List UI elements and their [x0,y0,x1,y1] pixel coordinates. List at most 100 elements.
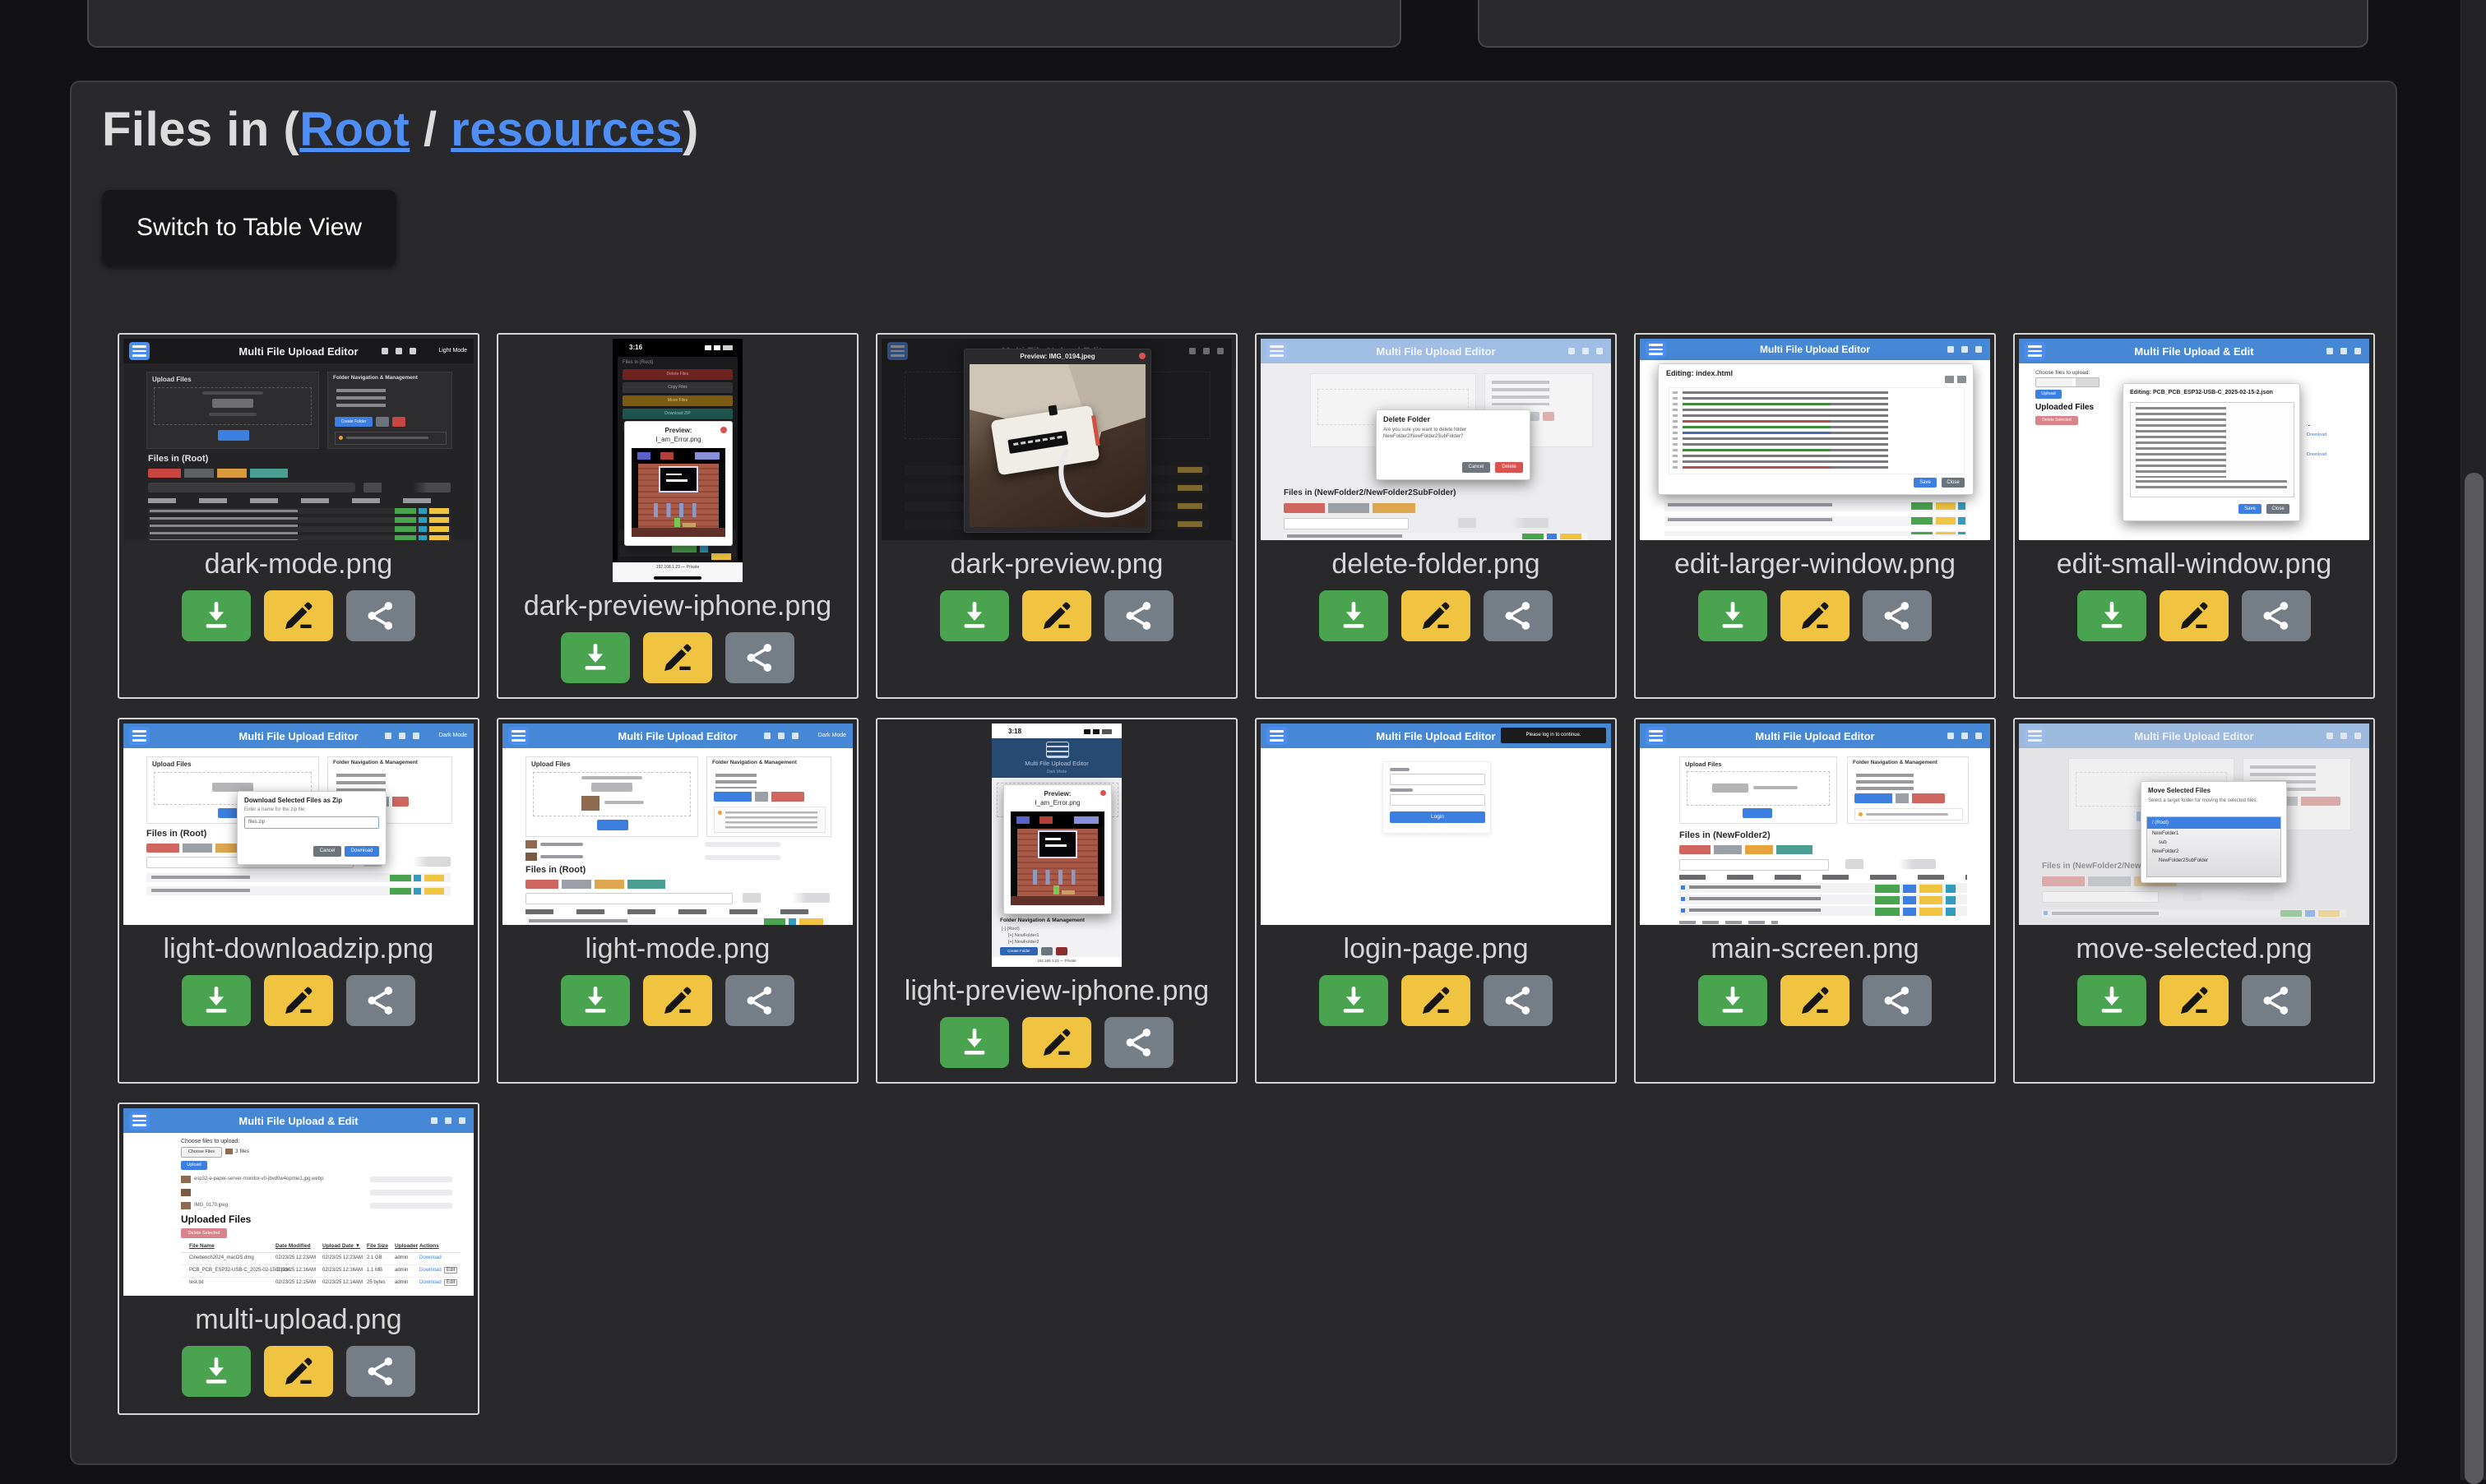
share-nodes-icon [364,599,397,632]
mini-header: Multi File Upload Editor [1640,339,1990,360]
file-actions [561,632,794,683]
share-nodes-icon [1123,599,1155,632]
file-thumbnail[interactable]: Multi File Upload Editor Files in (NewFo… [2019,724,2369,925]
edit-button[interactable] [2160,590,2229,641]
mini-code-area [1669,387,1965,474]
thumbnail-art-dark-mode: Multi File Upload Editor Light Mode Uplo… [123,339,474,540]
mini-header: Multi File Upload Editor Dark Mode [502,724,853,748]
share-button[interactable] [1863,975,1932,1026]
mini-pager [1845,859,1936,869]
page-scrollbar-thumb[interactable] [2465,473,2484,1484]
download-button[interactable] [561,975,630,1026]
share-button[interactable] [1863,590,1932,641]
mini-search-bar [148,483,355,492]
edit-button[interactable] [1022,590,1091,641]
edit-button[interactable] [264,975,333,1026]
download-button[interactable] [182,975,251,1026]
file-thumbnail[interactable]: Multi File Upload Editor Delete Folder A… [1261,339,1611,540]
download-button[interactable] [1698,590,1767,641]
share-button[interactable] [346,590,415,641]
share-button[interactable] [1104,590,1174,641]
mini-section-heading: Folder Navigation & Management [1000,918,1085,923]
file-thumbnail[interactable]: Multi File Upload Editor Upload Files Fo… [1640,724,1990,925]
file-name: edit-larger-window.png [1674,548,1956,580]
mini-action-chips [148,469,312,478]
edit-button[interactable] [643,975,712,1026]
mini-choose-files [2035,377,2099,387]
file-name: delete-folder.png [1331,548,1539,580]
file-card: Multi File Upload Editor Dark Mode Uploa… [118,718,479,1084]
file-thumbnail[interactable]: Multi File Upload Editor Preview: IMG_01… [882,339,1232,540]
mini-login-button: Login [1390,811,1485,823]
edit-button[interactable] [1022,1017,1091,1068]
share-nodes-icon [743,641,776,674]
download-button[interactable] [182,590,251,641]
file-name: login-page.png [1344,933,1529,965]
mini-close-button: Close [2266,504,2289,514]
breadcrumb-root-link[interactable]: Root [299,103,410,156]
share-button[interactable] [725,632,794,683]
share-button[interactable] [2242,590,2311,641]
switch-to-table-view-button[interactable]: Switch to Table View [102,190,396,266]
file-thumbnail[interactable]: Multi File Upload & Edit Choose files to… [2019,339,2369,540]
pencil-icon [2178,599,2211,632]
file-thumbnail[interactable]: 3:18 Multi File Upload Editor Dark Mode … [992,724,1122,967]
mini-choose-files: Choose Files [181,1147,222,1158]
file-name: main-screen.png [1711,933,1919,965]
file-thumbnail[interactable]: Multi File Upload Editor Editing: index.… [1640,339,1990,540]
download-arrow-icon [1337,984,1370,1017]
mini-header: Multi File Upload & Edit [123,1108,474,1133]
share-button[interactable] [1484,590,1553,641]
file-thumbnail[interactable]: Multi File Upload Editor Dark Mode Uploa… [502,724,853,925]
share-button[interactable] [346,1346,415,1397]
edit-button[interactable] [643,632,712,683]
edit-button[interactable] [1401,975,1470,1026]
share-nodes-icon [2260,984,2293,1017]
download-button[interactable] [561,632,630,683]
file-actions [561,975,794,1026]
download-button[interactable] [940,590,1009,641]
top-partial-panel-left [87,0,1401,48]
file-thumbnail[interactable]: Multi File Upload & Edit Choose files to… [123,1108,474,1296]
edit-button[interactable] [2160,975,2229,1026]
download-button[interactable] [2077,975,2146,1026]
edit-button[interactable] [1780,590,1849,641]
mini-action-chips [1284,503,1432,513]
mini-search-bar [525,893,733,904]
download-button[interactable] [1698,975,1767,1026]
share-button[interactable] [725,975,794,1026]
mini-browser-bar: 192.168.1.23 — Private [613,562,743,582]
edit-button[interactable] [1780,975,1849,1026]
download-button[interactable] [1319,590,1388,641]
file-card: Multi File Upload Editor Preview: IMG_01… [876,333,1238,699]
file-card: Multi File Upload Editor Delete Folder A… [1255,333,1617,699]
thumbnail-art-main-screen: Multi File Upload Editor Upload Files Fo… [1640,724,1990,925]
share-button[interactable] [2242,975,2311,1026]
file-thumbnail[interactable]: 3:16 Files in (Root) Delete Files Copy F… [613,339,743,582]
file-thumbnail[interactable]: Multi File Upload Editor Please log in t… [1261,724,1611,925]
share-button[interactable] [1484,975,1553,1026]
share-button[interactable] [346,975,415,1026]
mini-login-toast: Please log in to continue. [1501,728,1606,743]
mini-status-time: 3:18 [1008,728,1021,735]
mini-upload-panel: Upload Files [1679,756,1837,824]
download-button[interactable] [940,1017,1009,1068]
share-nodes-icon [1502,599,1535,632]
thumbnail-art-login-page: Multi File Upload Editor Please log in t… [1261,724,1611,925]
download-button[interactable] [1319,975,1388,1026]
mini-search-bar [2042,891,2159,903]
file-thumbnail[interactable]: Multi File Upload Editor Light Mode Uplo… [123,339,474,540]
download-button[interactable] [182,1346,251,1397]
file-card: Multi File Upload Editor Please log in t… [1255,718,1617,1084]
mini-status-icons [1084,729,1112,734]
mini-zip-dialog: Download Selected Files as Zip Enter a n… [237,791,387,865]
download-button[interactable] [2077,590,2146,641]
breadcrumb-resources-link[interactable]: resources [451,103,683,156]
download-arrow-icon [1337,599,1370,632]
edit-button[interactable] [264,590,333,641]
pencil-icon [1040,599,1073,632]
edit-button[interactable] [264,1346,333,1397]
edit-button[interactable] [1401,590,1470,641]
file-thumbnail[interactable]: Multi File Upload Editor Dark Mode Uploa… [123,724,474,925]
share-button[interactable] [1104,1017,1174,1068]
